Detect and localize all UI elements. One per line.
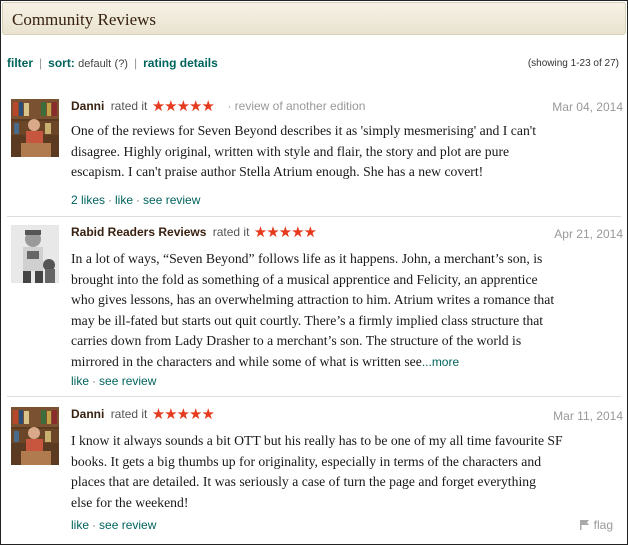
review-item: Danni rated it ★★★★★ Mar 11, 2014 I know… xyxy=(7,405,623,541)
see-review-link[interactable]: see review xyxy=(99,374,156,388)
review-actions: like · see review xyxy=(71,518,156,532)
review-text: One of the reviews for Seven Beyond desc… xyxy=(71,121,619,183)
review-line: who gives lessons, has an overwhelming a… xyxy=(71,292,555,307)
review-line: I know it always sounds a bit OTT but hi… xyxy=(71,433,563,448)
sort-link[interactable]: sort: xyxy=(48,56,75,70)
reviews-panel: Community Reviews filter | sort: default (… xyxy=(0,0,628,545)
review-header: Danni rated it ★★★★★ · review of another… xyxy=(71,97,365,115)
rating-details-link[interactable]: rating details xyxy=(143,56,218,70)
rated-text: rated it xyxy=(212,225,250,239)
section-header: Community Reviews xyxy=(2,2,626,35)
showing-count: (showing 1-23 of 27) xyxy=(527,58,619,69)
edition-note: · review of another edition xyxy=(227,99,366,113)
review-item: Danni rated it ★★★★★ · review of another… xyxy=(7,97,623,209)
review-line: brought into the fold as something of a … xyxy=(71,271,538,287)
see-review-link[interactable]: see review xyxy=(143,193,200,207)
like-link[interactable]: like xyxy=(115,193,133,207)
review-line: In a lot of ways, “Seven Beyond” follows… xyxy=(71,251,543,266)
review-header: Rabid Readers Reviews rated it ★★★★★ xyxy=(71,223,317,241)
review-line: One of the reviews for Seven Beyond desc… xyxy=(71,123,537,138)
review-line: places that are detailed. It was serious… xyxy=(71,474,536,489)
star-rating: ★★★★★ xyxy=(253,224,317,241)
star-rating: ★★★★★ xyxy=(151,406,215,423)
see-review-link[interactable]: see review xyxy=(99,518,156,532)
review-line: disagree. Highly original, written with … xyxy=(71,143,510,159)
dot-separator: · xyxy=(108,193,113,207)
review-line: escapism. I can't praise author Stella A… xyxy=(71,164,484,179)
flag-label: flag xyxy=(593,518,613,532)
reviewer-name[interactable]: Rabid Readers Reviews xyxy=(71,225,206,239)
review-actions: 2 likes · like · see review xyxy=(71,193,200,207)
section-title: Community Reviews xyxy=(12,10,157,29)
review-item: Rabid Readers Reviews rated it ★★★★★ Apr… xyxy=(7,223,623,393)
reviewer-name[interactable]: Danni xyxy=(71,407,104,421)
flag-icon xyxy=(580,520,590,530)
separator: | xyxy=(39,56,43,70)
sort-help-link[interactable]: (?) xyxy=(115,58,128,70)
avatar[interactable] xyxy=(11,225,59,283)
like-link[interactable]: like xyxy=(71,374,89,388)
star-rating: ★★★★★ xyxy=(151,98,215,115)
avatar[interactable] xyxy=(11,407,59,465)
like-link[interactable]: like xyxy=(71,518,89,532)
flag-button[interactable]: flag xyxy=(579,518,613,532)
more-link[interactable]: ...more xyxy=(422,355,459,369)
filter-link[interactable]: filter xyxy=(7,56,33,70)
review-date[interactable]: Mar 04, 2014 xyxy=(552,100,623,114)
dot-separator: · xyxy=(92,518,97,532)
rated-text: rated it xyxy=(110,99,148,113)
review-line-text: mirrored in the characters and while som… xyxy=(71,353,422,369)
likes-count-link[interactable]: 2 likes xyxy=(71,193,105,207)
review-line: carries down from Lady Drasher to a merc… xyxy=(71,333,522,348)
review-text: I know it always sounds a bit OTT but hi… xyxy=(71,431,619,513)
review-date[interactable]: Mar 11, 2014 xyxy=(553,409,623,423)
review-line: mirrored in the characters and while som… xyxy=(71,352,619,373)
sort-value[interactable]: default xyxy=(78,58,111,70)
divider xyxy=(7,216,621,217)
review-date[interactable]: Apr 21, 2014 xyxy=(554,227,623,241)
review-text: In a lot of ways, “Seven Beyond” follows… xyxy=(71,249,619,372)
reviewer-name[interactable]: Danni xyxy=(71,99,104,113)
filter-bar: filter | sort: default (?) | rating details … xyxy=(7,56,619,74)
avatar[interactable] xyxy=(11,99,59,157)
dot-separator: · xyxy=(92,374,97,388)
review-line: may be ill-fated but starts out quit cou… xyxy=(71,312,544,328)
review-line: else for the weekend! xyxy=(71,494,189,510)
dot-separator: · xyxy=(136,193,141,207)
review-line: books. It gets a big thumbs up for origi… xyxy=(71,453,542,469)
rated-text: rated it xyxy=(110,407,148,421)
divider xyxy=(7,396,621,397)
review-actions: like · see review xyxy=(71,374,156,388)
separator: | xyxy=(133,56,138,70)
edition-link[interactable]: review of another edition xyxy=(235,99,366,113)
review-header: Danni rated it ★★★★★ xyxy=(71,405,215,423)
